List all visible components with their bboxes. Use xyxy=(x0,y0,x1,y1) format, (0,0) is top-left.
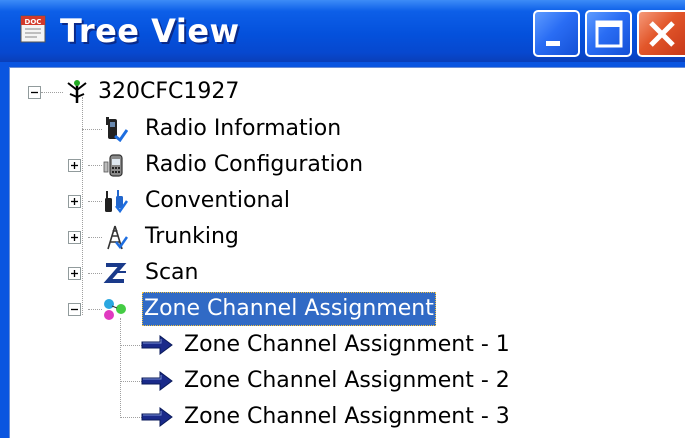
arrow-right-icon xyxy=(141,371,173,391)
minus-icon xyxy=(71,308,78,311)
tree-item-label: Zone Channel Assignment - 2 xyxy=(184,368,510,393)
tree-item-radio-configuration[interactable]: Radio Configuration xyxy=(66,148,366,182)
plus-icon xyxy=(71,198,78,205)
tree-item-label: Zone Channel Assignment - 3 xyxy=(184,404,510,429)
tree-child-zone-3[interactable]: Zone Channel Assignment - 3 xyxy=(140,400,540,434)
minimize-button[interactable] xyxy=(533,10,580,57)
window-title: Tree View xyxy=(60,12,240,50)
close-button[interactable] xyxy=(637,10,685,57)
expand-toggle[interactable] xyxy=(68,267,81,280)
tree-connector xyxy=(82,129,102,130)
expand-toggle[interactable] xyxy=(68,195,81,208)
tree-connector xyxy=(120,417,142,418)
tree-item-label: Trunking xyxy=(145,224,239,249)
tree-connector xyxy=(120,381,142,382)
arrow-right-icon xyxy=(141,407,173,427)
tree-item-label: Zone Channel Assignment xyxy=(142,292,436,326)
conventional-icon xyxy=(105,190,128,214)
scan-icon xyxy=(103,263,127,283)
tree-connector xyxy=(120,318,121,418)
minimize-icon xyxy=(546,41,560,46)
minus-icon xyxy=(31,91,38,94)
tree-panel[interactable]: 320CFC1927 Radio Information Radio Confi… xyxy=(9,67,685,438)
tree-child-zone-2[interactable]: Zone Channel Assignment - 2 xyxy=(140,364,540,398)
maximize-icon xyxy=(595,20,623,48)
plus-icon xyxy=(71,162,78,169)
tree-item-conventional[interactable]: Conventional xyxy=(66,184,366,218)
plus-icon xyxy=(71,234,78,241)
tree-item-radio-information[interactable]: Radio Information xyxy=(102,112,362,146)
svg-text:DOC: DOC xyxy=(25,18,42,26)
tree-connector xyxy=(120,345,142,346)
tree-item-label: Radio Information xyxy=(145,116,342,141)
expand-toggle[interactable] xyxy=(68,159,81,172)
maximize-button[interactable] xyxy=(585,10,632,57)
tree-item-zone-channel-assignment[interactable]: Zone Channel Assignment xyxy=(66,292,466,326)
tree-item-label: Conventional xyxy=(145,188,290,213)
tree-item-scan[interactable]: Scan xyxy=(66,256,366,290)
tree-root-label: 320CFC1927 xyxy=(98,79,240,104)
trunking-icon xyxy=(107,225,128,250)
tree-view-window: DOC Tree View 320CFC1927 Radio Informati… xyxy=(0,0,685,438)
doc-icon: DOC xyxy=(20,15,46,43)
tree-root[interactable]: 320CFC1927 xyxy=(26,75,286,109)
arrow-right-icon xyxy=(141,335,173,355)
title-bar[interactable]: DOC Tree View xyxy=(0,0,685,62)
radio-config-icon xyxy=(103,154,123,177)
zone-icon xyxy=(104,299,126,320)
plus-icon xyxy=(71,270,78,277)
radio-info-icon xyxy=(106,117,128,142)
tree-child-zone-1[interactable]: Zone Channel Assignment - 1 xyxy=(140,328,540,362)
collapse-toggle[interactable] xyxy=(28,86,41,99)
close-icon xyxy=(649,21,675,47)
collapse-toggle[interactable] xyxy=(68,303,81,316)
expand-toggle[interactable] xyxy=(68,231,81,244)
tree-item-label: Zone Channel Assignment - 1 xyxy=(184,332,510,357)
tree-item-trunking[interactable]: Trunking xyxy=(66,220,366,254)
tree-item-label: Radio Configuration xyxy=(145,152,364,177)
tree-item-label: Scan xyxy=(145,260,199,285)
radio-tower-icon xyxy=(67,80,87,103)
